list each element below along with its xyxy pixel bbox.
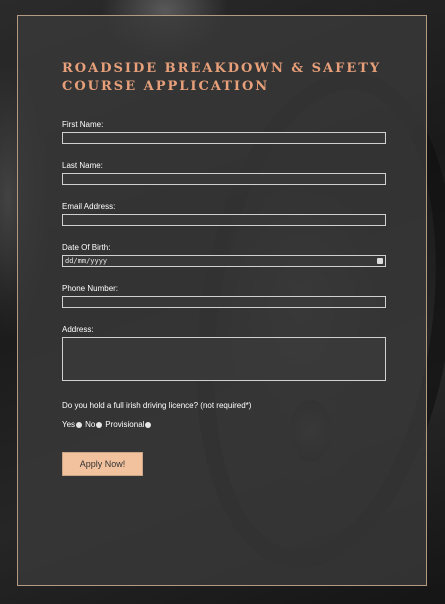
address-textarea[interactable] [62, 337, 386, 381]
calendar-icon[interactable] [377, 258, 383, 264]
apply-now-button[interactable]: Apply Now! [62, 452, 143, 476]
form-title: ROADSIDE BREAKDOWN & SAFETY COURSE APPLI… [62, 61, 382, 94]
first-name-input[interactable] [62, 132, 386, 144]
licence-radio-group: Yes No Provisional [62, 420, 154, 430]
last-name-input[interactable] [62, 173, 386, 185]
dob-placeholder: dd/mm/yyyy [65, 257, 108, 265]
form-panel: ROADSIDE BREAKDOWN & SAFETY COURSE APPLI… [17, 15, 427, 586]
radio-provisional[interactable] [145, 422, 152, 428]
radio-yes[interactable] [76, 422, 83, 428]
phone-input[interactable] [62, 296, 386, 308]
phone-label: Phone Number: [62, 284, 119, 293]
radio-label-yes: Yes [62, 420, 76, 429]
radio-no[interactable] [96, 422, 103, 428]
email-label: Email Address: [62, 202, 116, 211]
address-label: Address: [62, 325, 94, 334]
dob-label: Date Of Birth: [62, 243, 111, 252]
radio-label-no: No [85, 420, 96, 429]
licence-question: Do you hold a full irish driving licence… [62, 401, 252, 410]
first-name-label: First Name: [62, 120, 104, 129]
dob-input[interactable]: dd/mm/yyyy [62, 255, 386, 267]
radio-label-provisional: Provisional [105, 420, 145, 429]
email-input[interactable] [62, 214, 386, 226]
last-name-label: Last Name: [62, 161, 103, 170]
